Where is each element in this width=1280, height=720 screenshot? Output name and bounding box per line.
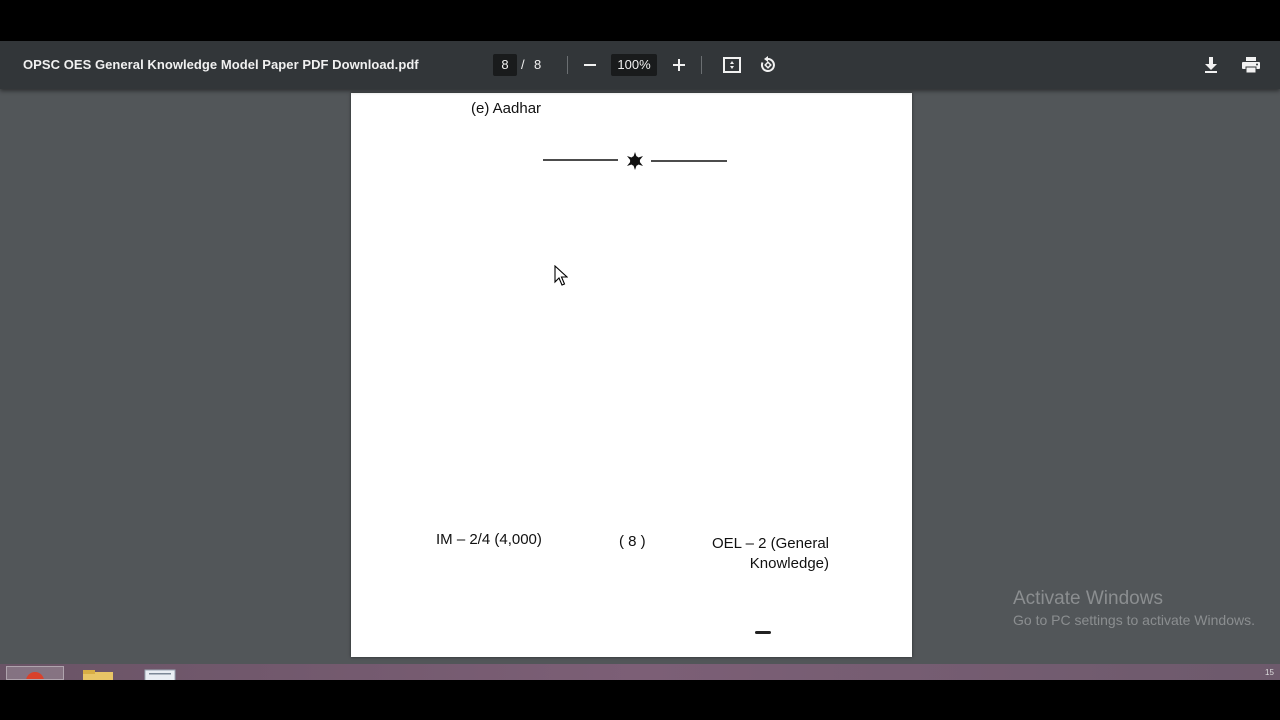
toolbar-divider [567,56,568,74]
answer-option-e: (e) Aadhar [471,100,542,117]
taskbar-item-app[interactable] [144,666,176,680]
zoom-level-input[interactable]: 100% [611,54,657,76]
page-separator: / [521,57,525,72]
toolbar-divider [701,56,702,74]
fit-to-page-button[interactable] [720,53,744,77]
rotate-icon [760,56,775,72]
letterbox-top [0,0,1280,41]
browser-icon [26,672,44,679]
zoom-in-button[interactable] [667,53,691,77]
mouse-cursor-icon [554,265,568,286]
fit-page-icon [723,57,741,73]
zoom-in-icon [673,59,685,71]
footer-page-number: ( 8 ) [619,533,646,550]
page-number-input[interactable]: 8 [493,54,517,76]
activation-watermark: Activate Windows Go to PC settings to ac… [1013,588,1255,629]
taskbar-item-explorer[interactable] [80,666,116,680]
page-total: 8 [534,57,542,72]
download-button[interactable] [1199,53,1223,77]
zoom-out-icon [584,64,596,66]
pdf-toolbar: OPSC OES General Knowledge Model Paper P… [0,41,1280,89]
footer-subject: OEL – 2 (General Knowledge) [696,534,829,574]
pdf-page: (e) Aadhar IM – 2/4 (4,000) ( 8 ) OEL – … [351,93,912,657]
end-ornament [543,152,727,170]
ink-mark [755,631,771,634]
zoom-out-button[interactable] [578,53,602,77]
folder-icon [83,670,113,680]
print-icon [1242,57,1260,73]
window-icon [144,669,176,680]
footer-subject-line2: Knowledge) [749,555,829,572]
taskbar-clock: 15 [1265,668,1274,677]
footer-subject-line1: OEL – 2 (General [711,535,829,552]
taskbar [0,664,1280,680]
taskbar-item-browser[interactable] [6,666,64,680]
rotate-button[interactable] [756,53,780,77]
download-icon [1205,57,1217,73]
watermark-title: Activate Windows [1013,588,1163,609]
letterbox-bottom [0,680,1280,720]
watermark-subtitle: Go to PC settings to activate Windows. [1013,612,1255,628]
print-button[interactable] [1239,53,1263,77]
footer-code: IM – 2/4 (4,000) [436,531,542,548]
document-title: OPSC OES General Knowledge Model Paper P… [23,57,419,72]
